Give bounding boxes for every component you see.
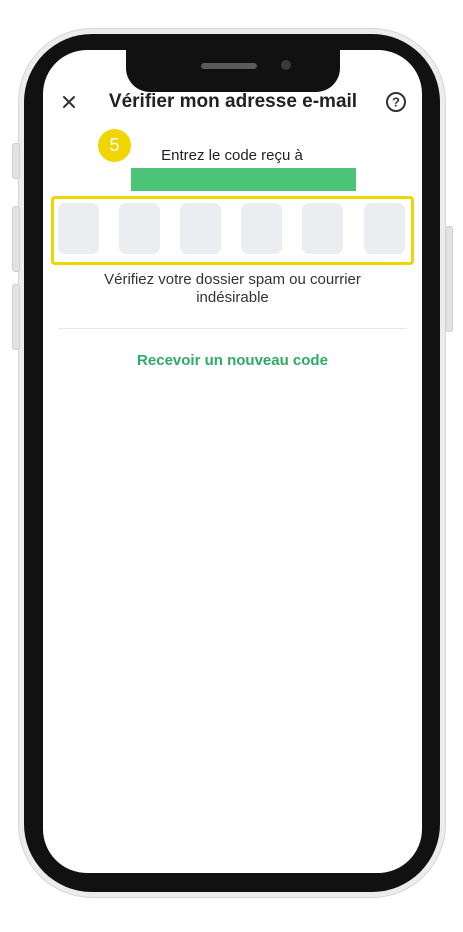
phone-volume-up-button (12, 206, 20, 272)
redacted-email-address (131, 168, 356, 191)
code-digit-input[interactable] (119, 203, 160, 254)
code-digit-input[interactable] (302, 203, 343, 254)
close-button[interactable] (57, 90, 81, 114)
code-digit-input[interactable] (180, 203, 221, 254)
spam-folder-hint: Vérifiez votre dossier spam ou courrier … (104, 271, 361, 306)
svg-text:?: ? (392, 95, 400, 110)
phone-screen: Vérifier mon adresse e-mail ? 5 Entrez l… (43, 50, 422, 873)
code-digit-input[interactable] (58, 203, 99, 254)
speaker-grille (201, 63, 257, 69)
close-icon (63, 96, 75, 108)
code-digit-input[interactable] (241, 203, 282, 254)
section-divider (58, 328, 407, 329)
help-button[interactable]: ? (383, 89, 409, 115)
code-input-highlight (51, 196, 414, 265)
phone-power-button (445, 226, 453, 332)
help-circle-icon: ? (386, 92, 406, 112)
code-instruction-text: Entrez le code reçu à (161, 147, 303, 164)
resend-code-button[interactable]: Recevoir un nouveau code (83, 350, 382, 372)
code-digit-input[interactable] (364, 203, 405, 254)
phone-notch (126, 50, 340, 92)
page-title: Vérifier mon adresse e-mail (108, 91, 358, 112)
phone-volume-down-button (12, 284, 20, 350)
front-camera (281, 60, 291, 70)
phone-mute-switch (12, 143, 20, 179)
